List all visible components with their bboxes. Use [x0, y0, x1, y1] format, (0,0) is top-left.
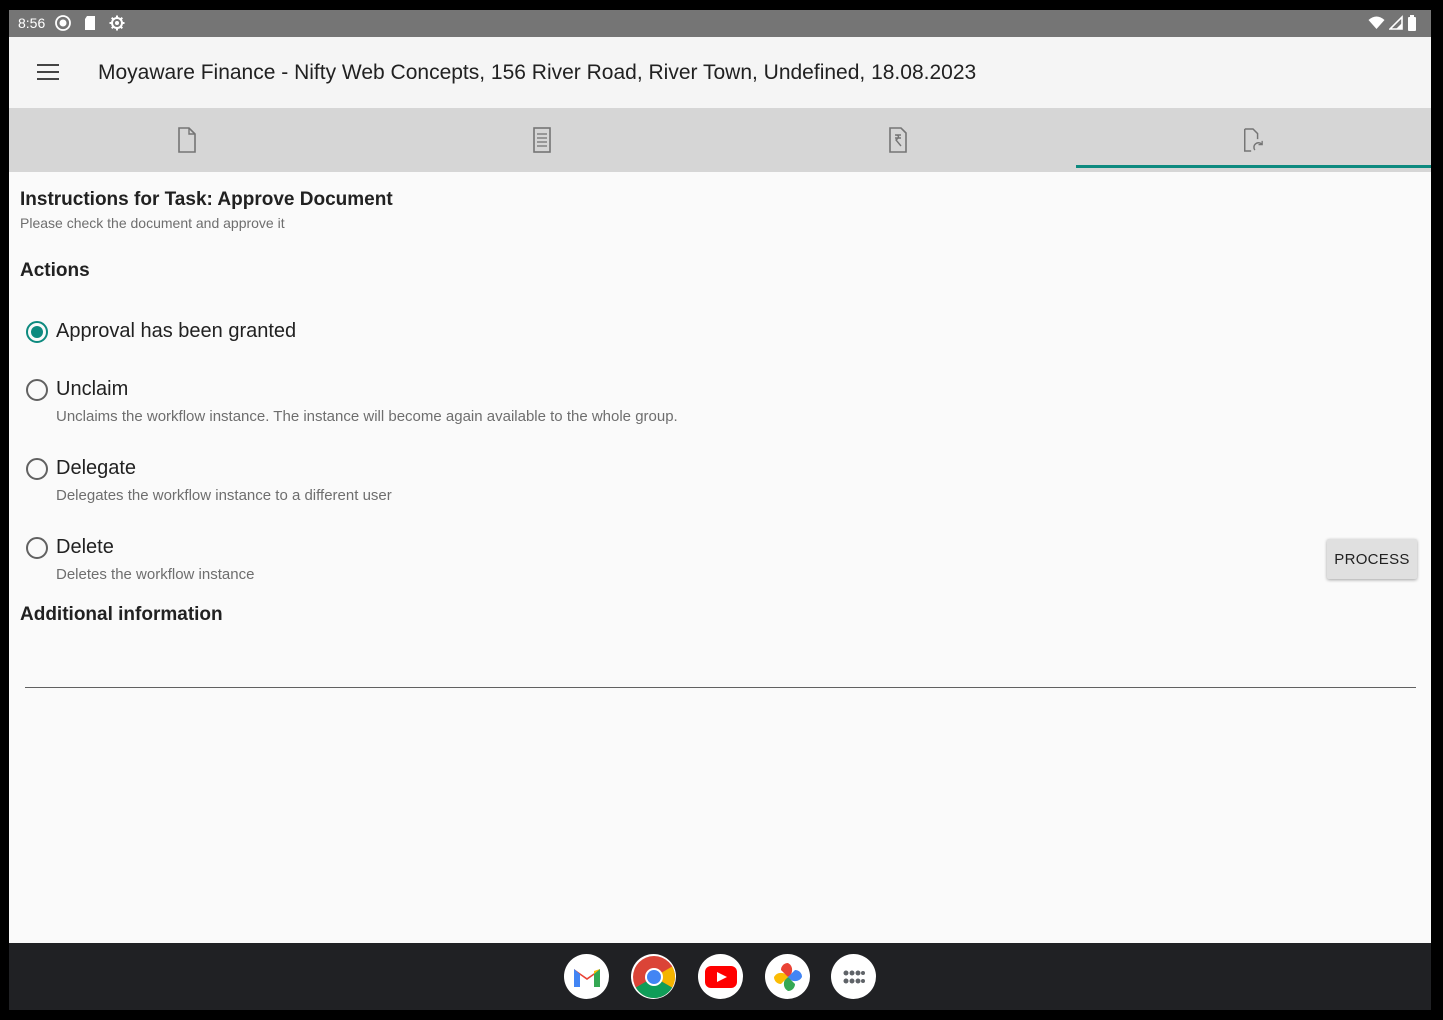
radio-unclaim[interactable]: [26, 379, 48, 401]
radio-approval-granted[interactable]: [26, 321, 48, 343]
tab-document[interactable]: [9, 108, 365, 172]
option-label: Delegate: [56, 457, 137, 479]
tab-invoice[interactable]: [720, 108, 1076, 172]
app-toolbar: Moyaware Finance - Nifty Web Concepts, 1…: [9, 37, 1431, 108]
battery-icon: [1408, 15, 1416, 31]
additional-info-heading: Additional information: [20, 604, 223, 625]
instructions-subtitle: Please check the document and approve it: [20, 215, 285, 231]
option-description: Deletes the workflow instance: [56, 566, 255, 583]
document-rupee-icon: [888, 127, 907, 153]
taskbar-dock: [9, 943, 1431, 1010]
gmail-icon[interactable]: [564, 954, 609, 999]
status-time: 8:56: [18, 15, 46, 31]
task-content: Instructions for Task: Approve Document …: [9, 172, 1431, 943]
tab-checklist[interactable]: [365, 108, 721, 172]
hamburger-menu-icon[interactable]: [33, 59, 65, 87]
app-drawer-icon[interactable]: [831, 954, 876, 999]
radio-delete[interactable]: [26, 537, 48, 559]
radio-delegate[interactable]: [26, 458, 48, 480]
record-icon: [55, 15, 71, 31]
document-workflow-icon: [1244, 128, 1264, 152]
wifi-icon: [1368, 16, 1385, 29]
tab-workflow[interactable]: [1075, 108, 1432, 172]
page-title: Moyaware Finance - Nifty Web Concepts, 1…: [98, 61, 977, 84]
signal-icon: [1389, 15, 1403, 30]
option-label: Approval has been granted: [56, 320, 297, 342]
option-description: Delegates the workflow instance to a dif…: [56, 487, 392, 504]
document-icon: [177, 127, 196, 153]
status-right-icons: [1368, 15, 1417, 31]
instructions-title: Instructions for Task: Approve Document: [20, 189, 393, 210]
settings-gear-icon: [109, 15, 125, 31]
status-bar: 8:56: [9, 10, 1431, 37]
photos-icon[interactable]: [765, 954, 810, 999]
checklist-icon: [533, 127, 552, 153]
tab-bar: [9, 108, 1431, 172]
device-screen: 8:56 Moyaware Finance - Nifty Web Concep…: [9, 10, 1431, 1010]
additional-info-field[interactable]: [25, 648, 1416, 688]
youtube-icon[interactable]: [698, 954, 743, 999]
sd-card-icon: [85, 16, 95, 30]
option-description: Unclaims the workflow instance. The inst…: [56, 408, 678, 425]
option-label: Delete: [56, 536, 114, 558]
option-label: Unclaim: [56, 378, 129, 400]
actions-heading: Actions: [20, 260, 90, 281]
process-button[interactable]: PROCESS: [1327, 539, 1417, 579]
chrome-icon[interactable]: [631, 954, 676, 999]
